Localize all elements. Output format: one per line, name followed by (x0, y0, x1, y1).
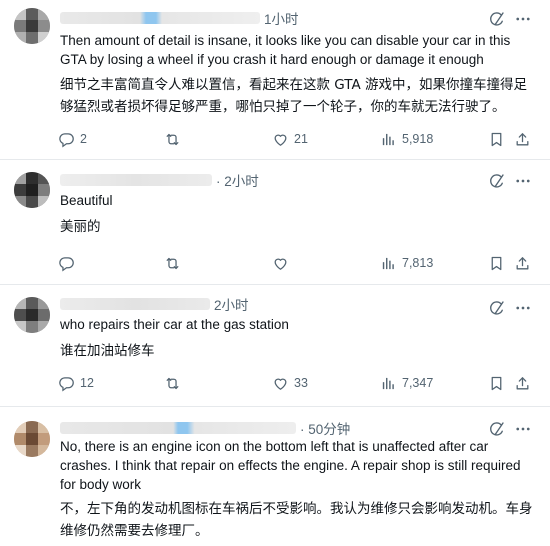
share-upload-icon (514, 375, 531, 392)
more-dots-icon[interactable] (514, 10, 532, 28)
reply-text-english: No, there is an engine icon on the botto… (60, 439, 521, 492)
like-button[interactable]: 21 (272, 129, 308, 149)
like-button[interactable] (272, 253, 294, 273)
timestamp[interactable]: 2小时 (214, 294, 249, 314)
reply-button[interactable]: 2 (58, 129, 87, 149)
share-upload-icon (514, 131, 531, 148)
retweet-icon (164, 375, 181, 392)
avatar-pixelated-image (14, 421, 50, 457)
reply-bubble-icon (58, 375, 75, 392)
reply-text-english: Then amount of detail is insane, it look… (60, 33, 511, 67)
timestamp[interactable]: · 2小时 (216, 170, 259, 190)
timestamp[interactable]: 1小时 (264, 8, 299, 28)
avatar-pixelated-image (14, 8, 50, 44)
avatar[interactable] (14, 8, 50, 44)
views-bar-chart-icon (380, 375, 397, 392)
views-count: 7,347 (402, 376, 434, 390)
bookmark-button[interactable] (488, 253, 505, 273)
more-dots-icon[interactable] (514, 420, 532, 438)
reply-text-chinese: 不，左下角的发动机图标在车祸后不受影响。我认为维修只会影响发动机。车身维修仍然需… (60, 501, 533, 539)
share-upload-icon (514, 255, 531, 272)
avatar-pixelated-image (14, 297, 50, 333)
reply-count: 2 (80, 132, 87, 146)
avatar-pixelated-image (14, 172, 50, 208)
reply-header: 1小时 (60, 8, 299, 28)
like-count: 33 (294, 376, 308, 390)
reply-header: · 2小时 (60, 170, 259, 190)
reply-item[interactable]: 1小时 Then amount of detail is insane, it … (0, 0, 550, 160)
share-button[interactable] (514, 253, 531, 273)
views-button[interactable]: 7,813 (380, 253, 433, 273)
reply-item[interactable]: · 2小时 Beautiful 美丽的 7,813 (0, 160, 550, 285)
action-bar: 7,813 (58, 253, 536, 273)
heart-icon (272, 131, 289, 148)
heart-icon (272, 375, 289, 392)
action-bar: 2 21 5,918 (58, 129, 536, 149)
bookmark-button[interactable] (488, 373, 505, 393)
views-button[interactable]: 7,347 (380, 373, 433, 393)
redacted-username[interactable] (60, 422, 296, 434)
reply-button[interactable] (58, 253, 80, 273)
redacted-username[interactable] (60, 174, 212, 186)
reply-bubble-icon (58, 131, 75, 148)
more-dots-icon[interactable] (514, 172, 532, 190)
retweet-button[interactable] (164, 253, 186, 273)
reply-count: 12 (80, 376, 94, 390)
share-button[interactable] (514, 373, 531, 393)
retweet-icon (164, 255, 181, 272)
avatar[interactable] (14, 421, 50, 457)
reply-item[interactable]: 2小时 who repairs their car at the gas sta… (0, 285, 550, 407)
retweet-button[interactable] (164, 129, 186, 149)
avatar[interactable] (14, 172, 50, 208)
retweet-icon (164, 131, 181, 148)
reply-item[interactable]: · 50分钟 No, there is an engine icon on th… (0, 407, 550, 546)
grok-slash-icon[interactable] (488, 172, 506, 190)
bookmark-button[interactable] (488, 129, 505, 149)
avatar[interactable] (14, 297, 50, 333)
views-count: 7,813 (402, 256, 434, 270)
reply-text-english: Beautiful (60, 193, 113, 208)
bookmark-icon (488, 255, 505, 272)
redacted-username[interactable] (60, 12, 260, 24)
redacted-username[interactable] (60, 298, 210, 310)
reply-text-chinese: 美丽的 (60, 219, 101, 235)
bookmark-icon (488, 131, 505, 148)
like-count: 21 (294, 132, 308, 146)
share-button[interactable] (514, 129, 531, 149)
reply-text-chinese: 细节之丰富简直令人难以置信，看起来在这款 GTA 游戏中，如果你撞车撞得足够猛烈… (60, 77, 527, 115)
reply-button[interactable]: 12 (58, 373, 94, 393)
like-button[interactable]: 33 (272, 373, 308, 393)
timestamp[interactable]: · 50分钟 (300, 418, 350, 438)
grok-slash-icon[interactable] (488, 420, 506, 438)
action-bar: 12 33 7,347 (58, 373, 536, 393)
heart-icon (272, 255, 289, 272)
reply-text-english: who repairs their car at the gas station (60, 317, 289, 332)
retweet-button[interactable] (164, 373, 186, 393)
views-bar-chart-icon (380, 255, 397, 272)
reply-header: · 50分钟 (60, 418, 350, 438)
grok-slash-icon[interactable] (488, 10, 506, 28)
views-button[interactable]: 5,918 (380, 129, 433, 149)
reply-bubble-icon (58, 255, 75, 272)
views-count: 5,918 (402, 132, 434, 146)
reply-header: 2小时 (60, 294, 249, 314)
reply-text-chinese: 谁在加油站修车 (60, 343, 155, 359)
views-bar-chart-icon (380, 131, 397, 148)
bookmark-icon (488, 375, 505, 392)
